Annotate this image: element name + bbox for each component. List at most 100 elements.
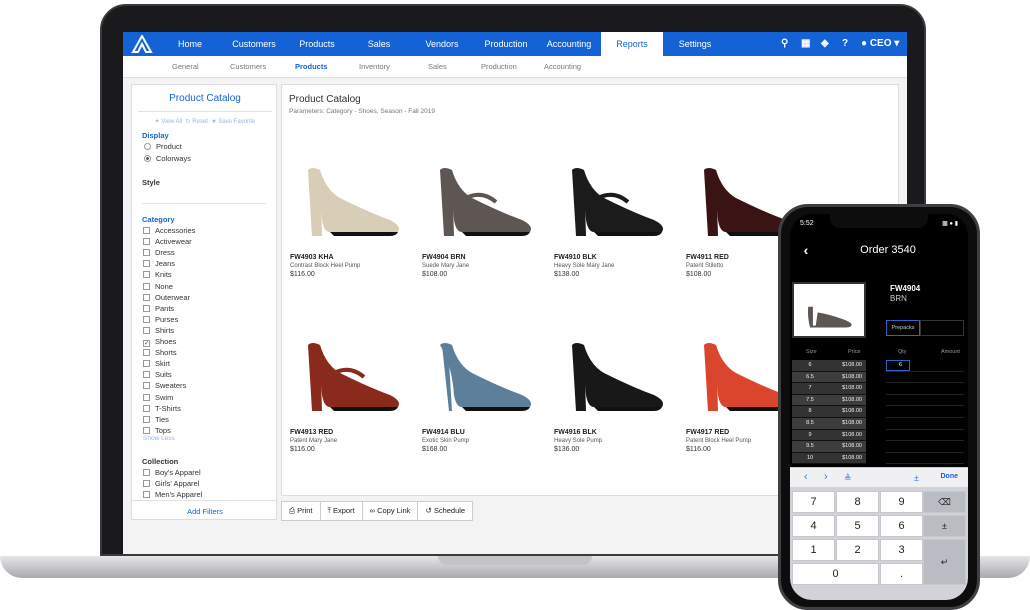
product-card[interactable]: FW4903 KHA Contrast Block Heel Pump $116.0… [290, 140, 410, 278]
category-checkbox-ties[interactable]: Ties [143, 415, 169, 425]
checkbox-label: Ties [155, 414, 169, 424]
nav-sales[interactable]: Sales [355, 32, 403, 56]
product-card[interactable]: FW4910 BLK Heavy Sole Mary Jane $138.00 [554, 140, 674, 278]
category-checkbox-skirt[interactable]: Skirt [143, 359, 170, 369]
subnav-inventory[interactable]: Inventory [359, 56, 390, 78]
help-icon[interactable]: ? [842, 32, 848, 56]
key-1[interactable]: 1 [792, 539, 835, 561]
decimal-key[interactable]: . [880, 563, 923, 585]
plus-minus-icon[interactable]: ± [914, 473, 919, 483]
nav-settings[interactable]: Settings [669, 32, 721, 56]
prepacks-field[interactable] [920, 320, 964, 336]
category-checkbox-t-shirts[interactable]: T-Shirts [143, 404, 181, 414]
key-8[interactable]: 8 [836, 491, 879, 513]
nav-home[interactable]: Home [168, 32, 212, 56]
nav-accounting[interactable]: Accounting [543, 32, 595, 56]
product-card[interactable]: FW4916 BLK Heavy Sole Pump $136.00 [554, 315, 674, 453]
search-icon[interactable]: ⚲ [781, 32, 788, 56]
chevron-left-icon[interactable]: ‹ [804, 471, 808, 483]
plus-minus-key[interactable]: ± [923, 515, 966, 537]
category-checkbox-swim[interactable]: Swim [143, 393, 173, 403]
qty-column: 6 [886, 360, 964, 465]
equals-icon[interactable]: ≜ [844, 473, 852, 484]
export-button[interactable]: ⤒ Export [319, 501, 363, 521]
style-field[interactable] [142, 203, 266, 204]
category-checkbox-purses[interactable]: Purses [143, 315, 178, 325]
category-checkbox-knits[interactable]: Knits [143, 270, 172, 280]
qty-input[interactable]: 6 [886, 360, 910, 371]
checkbox-label: Suits [155, 370, 172, 380]
print-button[interactable]: ⎙ Print [281, 501, 321, 521]
subnav-sales[interactable]: Sales [428, 56, 447, 78]
view-all-link[interactable]: ✦ View All [155, 119, 183, 125]
schedule-button[interactable]: ↺ Schedule [417, 501, 474, 521]
qty-row[interactable] [886, 383, 964, 395]
gift-icon[interactable]: ▦ [801, 32, 810, 56]
category-checkbox-accessories[interactable]: Accessories [143, 226, 195, 236]
copy-link-button[interactable]: ∞ Copy Link [361, 501, 419, 521]
show-less-link[interactable]: Show Less [143, 435, 175, 442]
reset-link[interactable]: ↻ Reset [186, 119, 208, 125]
category-checkbox-shirts[interactable]: Shirts [143, 326, 174, 336]
key-6[interactable]: 6 [880, 515, 923, 537]
subnav-products[interactable]: Products [295, 56, 328, 78]
category-checkbox-shorts[interactable]: Shorts [143, 348, 177, 358]
key-4[interactable]: 4 [792, 515, 835, 537]
export-label: Export [332, 506, 355, 515]
nav-reports[interactable]: Reports [601, 32, 663, 56]
return-key[interactable]: ↵ [923, 539, 966, 585]
key-9[interactable]: 9 [880, 491, 923, 513]
collection-checkbox-men-s-apparel[interactable]: Men's Apparel [143, 490, 202, 500]
chevron-right-icon[interactable]: › [824, 471, 828, 483]
checkbox-label: Accessories [155, 226, 196, 235]
qty-row[interactable]: 6 [886, 360, 964, 372]
prepacks-button[interactable]: Prepacks [886, 320, 920, 336]
qty-row[interactable] [886, 406, 964, 418]
checkbox-label: Pants [155, 303, 175, 313]
qty-row[interactable] [886, 430, 964, 442]
collection-checkbox-boy-s-apparel[interactable]: Boy's Apparel [143, 468, 201, 478]
radio-colorways[interactable]: Colorways [144, 154, 191, 163]
nav-vendors[interactable]: Vendors [415, 32, 469, 56]
order-color: BRN [890, 294, 907, 303]
globe-icon[interactable]: ◈ [821, 32, 829, 56]
user-menu[interactable]: ● CEO ▾ [861, 32, 899, 56]
category-checkbox-activewear[interactable]: Activewear [143, 237, 192, 247]
subnav-customers[interactable]: Customers [230, 56, 266, 78]
category-checkbox-none[interactable]: None [143, 282, 173, 292]
category-checkbox-outerwear[interactable]: Outerwear [143, 293, 190, 303]
key-7[interactable]: 7 [792, 491, 835, 513]
subnav-production[interactable]: Production [481, 56, 517, 78]
qty-row[interactable] [886, 453, 964, 465]
category-checkbox-jeans[interactable]: Jeans [143, 259, 175, 269]
category-checkbox-sweaters[interactable]: Sweaters [143, 381, 186, 391]
logo-icon[interactable] [131, 35, 153, 53]
product-card[interactable]: FW4914 BLU Exotic Skin Pump $168.00 [422, 315, 542, 453]
category-checkbox-pants[interactable]: Pants [143, 304, 174, 314]
qty-row[interactable] [886, 395, 964, 407]
backspace-key[interactable]: ⌫ [923, 491, 966, 513]
product-card[interactable]: FW4913 RED Patent Mary Jane $116.00 [290, 315, 410, 453]
category-checkbox-shoes[interactable]: ✓ Shoes [143, 337, 176, 347]
key-3[interactable]: 3 [880, 539, 923, 561]
category-checkbox-suits[interactable]: Suits [143, 370, 172, 380]
done-button[interactable]: Done [941, 473, 959, 480]
collection-checkbox-girls-apparel[interactable]: Girls' Apparel [143, 479, 199, 489]
nav-products[interactable]: Products [291, 32, 343, 56]
qty-row[interactable] [886, 441, 964, 453]
key-5[interactable]: 5 [836, 515, 879, 537]
qty-row[interactable] [886, 418, 964, 430]
subnav-accounting[interactable]: Accounting [544, 56, 581, 78]
radio-product[interactable]: Product [144, 142, 182, 151]
save-favorite-link[interactable]: ★ Save Favorite [211, 119, 255, 125]
nav-production[interactable]: Production [479, 32, 533, 56]
key-0[interactable]: 0 [792, 563, 879, 585]
key-2[interactable]: 2 [836, 539, 879, 561]
nav-customers[interactable]: Customers [221, 32, 287, 56]
subnav-general[interactable]: General [172, 56, 199, 78]
size-row: 6 $108.00 [792, 360, 866, 372]
product-card[interactable]: FW4904 BRN Suede Mary Jane $108.00 [422, 140, 542, 278]
add-filters-button[interactable]: Add Filters [132, 500, 278, 521]
category-checkbox-dress[interactable]: Dress [143, 248, 175, 258]
qty-row[interactable] [886, 372, 964, 384]
